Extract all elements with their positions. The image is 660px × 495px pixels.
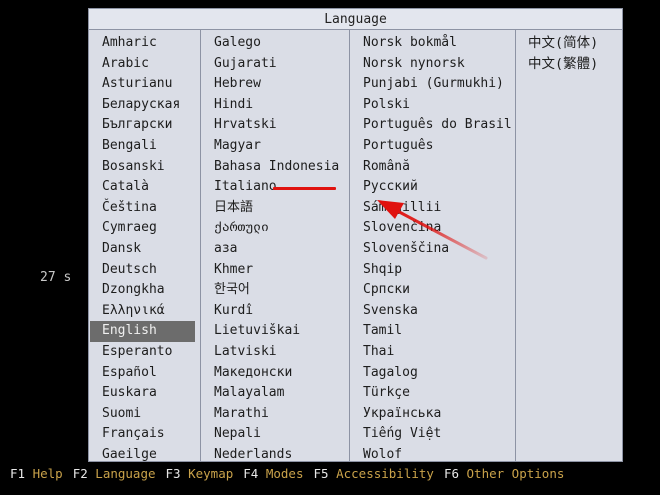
language-column-3: Norsk bokmål Norsk nynorsk Punjabi (Gurmuk… bbox=[350, 30, 516, 462]
language-option[interactable]: Latviski bbox=[201, 342, 349, 363]
dialog-title: Language bbox=[89, 9, 622, 30]
language-option[interactable]: Dzongkha bbox=[89, 280, 200, 301]
fkey-f4[interactable]: F4 Modes bbox=[243, 466, 303, 481]
language-option[interactable]: Marathi bbox=[201, 404, 349, 425]
language-option[interactable]: Dansk bbox=[89, 239, 200, 260]
language-option[interactable]: Slovenščina bbox=[350, 239, 515, 260]
fkey-f5[interactable]: F5 Accessibility bbox=[314, 466, 434, 481]
language-option[interactable]: Українська bbox=[350, 404, 515, 425]
language-option[interactable]: Wolof bbox=[350, 445, 515, 466]
fkey-f2[interactable]: F2 Language bbox=[73, 466, 156, 481]
language-column-2: Galego Gujarati Hebrew Hindi Hrvatski Magyar B… bbox=[201, 30, 350, 462]
fkey-key: F6 bbox=[443, 466, 459, 481]
language-option[interactable]: Čeština bbox=[89, 198, 200, 219]
language-option[interactable]: Hrvatski bbox=[201, 115, 349, 136]
fkey-key: F5 bbox=[313, 466, 329, 481]
language-option[interactable]: Thai bbox=[350, 342, 515, 363]
language-option[interactable]: Français bbox=[89, 424, 200, 445]
language-option[interactable]: Slovenčina bbox=[350, 218, 515, 239]
language-option[interactable]: Беларуская bbox=[89, 95, 200, 116]
language-option[interactable]: Malayalam bbox=[201, 383, 349, 404]
language-option[interactable]: Cymraeg bbox=[89, 218, 200, 239]
language-option[interactable]: Tiếng Việt bbox=[350, 424, 515, 445]
language-option[interactable]: Gujarati bbox=[201, 54, 349, 75]
language-option[interactable]: Punjabi (Gurmukhi) bbox=[350, 74, 515, 95]
language-option[interactable]: English bbox=[90, 321, 195, 342]
function-key-bar: F1 Help F2 Language F3 Keymap F4 Modes F5 Ac… bbox=[10, 466, 574, 481]
language-option[interactable]: Tamil bbox=[350, 321, 515, 342]
language-option[interactable]: Amharic bbox=[89, 33, 200, 54]
language-option[interactable]: Español bbox=[89, 363, 200, 384]
language-option[interactable]: Bosanski bbox=[89, 157, 200, 178]
language-option[interactable]: ქართული bbox=[201, 218, 349, 239]
fkey-f3[interactable]: F3 Keymap bbox=[166, 466, 234, 481]
language-option[interactable]: Português do Brasil bbox=[350, 115, 515, 136]
language-option[interactable]: Suomi bbox=[89, 404, 200, 425]
language-option[interactable]: Hebrew bbox=[201, 74, 349, 95]
language-option[interactable]: Hindi bbox=[201, 95, 349, 116]
language-option[interactable]: Asturianu bbox=[89, 74, 200, 95]
language-option[interactable]: Svenska bbox=[350, 301, 515, 322]
language-option[interactable]: Khmer bbox=[201, 260, 349, 281]
language-option[interactable]: Euskara bbox=[89, 383, 200, 404]
language-option[interactable]: Lietuviškai bbox=[201, 321, 349, 342]
language-option[interactable]: Gaeilge bbox=[89, 445, 200, 466]
fkey-f6[interactable]: F6 Other Options bbox=[444, 466, 564, 481]
fkey-label: Help bbox=[32, 466, 63, 481]
fkey-label: Keymap bbox=[188, 466, 234, 481]
language-option[interactable]: Esperanto bbox=[89, 342, 200, 363]
fkey-key: F1 bbox=[10, 466, 26, 481]
language-option[interactable]: Norsk nynorsk bbox=[350, 54, 515, 75]
language-option[interactable]: Türkçe bbox=[350, 383, 515, 404]
language-option[interactable]: 中文(简体) bbox=[516, 33, 624, 54]
annotation-underline bbox=[273, 187, 336, 190]
language-option[interactable]: Polski bbox=[350, 95, 515, 116]
language-option[interactable]: Português bbox=[350, 136, 515, 157]
language-option[interactable]: Русский bbox=[350, 177, 515, 198]
language-option[interactable]: Magyar bbox=[201, 136, 349, 157]
language-option[interactable]: 中文(繁體) bbox=[516, 54, 624, 75]
fkey-key: F2 bbox=[72, 466, 88, 481]
language-option[interactable]: Kurdî bbox=[201, 301, 349, 322]
language-option[interactable]: Shqip bbox=[350, 260, 515, 281]
fkey-f1[interactable]: F1 Help bbox=[10, 466, 63, 481]
fkey-label: Accessibility bbox=[336, 466, 434, 481]
fkey-key: F3 bbox=[165, 466, 181, 481]
language-option[interactable]: 日本語 bbox=[201, 198, 349, 219]
fkey-label: Language bbox=[95, 466, 156, 481]
language-option[interactable]: Nederlands bbox=[201, 445, 349, 466]
language-option[interactable]: аза bbox=[201, 239, 349, 260]
language-option[interactable]: Arabic bbox=[89, 54, 200, 75]
language-option[interactable]: Nepali bbox=[201, 424, 349, 445]
fkey-label: Other Options bbox=[466, 466, 565, 481]
fkey-label: Modes bbox=[265, 466, 304, 481]
language-option[interactable]: Română bbox=[350, 157, 515, 178]
language-option[interactable]: Български bbox=[89, 115, 200, 136]
language-option[interactable]: 한국어 bbox=[201, 280, 349, 301]
language-option[interactable]: Bahasa Indonesia bbox=[201, 157, 349, 178]
language-column-4: 中文(简体) 中文(繁體) bbox=[516, 30, 624, 461]
fkey-key: F4 bbox=[243, 466, 259, 481]
language-option[interactable]: Sámegillii bbox=[350, 198, 515, 219]
language-option[interactable]: Norsk bokmål bbox=[350, 33, 515, 54]
language-option[interactable]: Català bbox=[89, 177, 200, 198]
language-option[interactable]: Ελληνικά bbox=[89, 301, 200, 322]
language-option[interactable]: Galego bbox=[201, 33, 349, 54]
countdown-timer: 27 s bbox=[40, 270, 72, 285]
language-column-1: Amharic Arabic Asturianu Беларуская Българск… bbox=[89, 30, 201, 462]
language-option[interactable]: Tagalog bbox=[350, 363, 515, 384]
language-option[interactable]: Српски bbox=[350, 280, 515, 301]
language-option[interactable]: Deutsch bbox=[89, 260, 200, 281]
language-option[interactable]: Bengali bbox=[89, 136, 200, 157]
language-option[interactable]: Македонски bbox=[201, 363, 349, 384]
language-dialog: Language Amharic Arabic Asturianu Беларуска… bbox=[88, 8, 623, 462]
